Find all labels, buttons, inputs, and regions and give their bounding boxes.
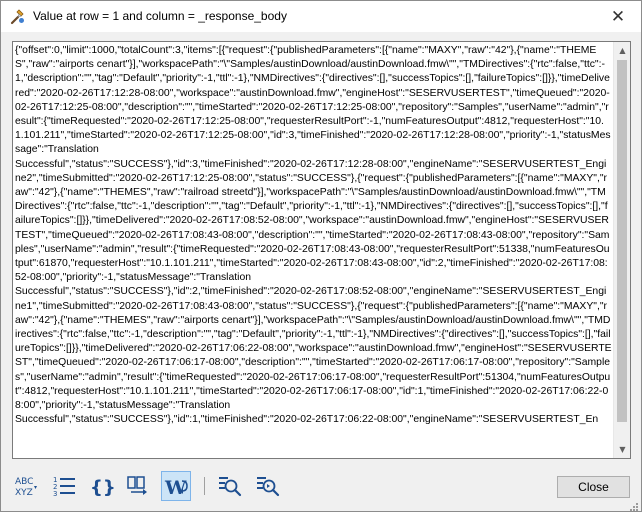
word-wrap-abc-icon[interactable]: ABC XYZ xyxy=(11,471,41,501)
svg-text:ABC: ABC xyxy=(15,477,33,487)
resize-grip-icon[interactable] xyxy=(629,499,639,511)
value-text[interactable]: {"offset":0,"limit":1000,"totalCount":3,… xyxy=(15,44,612,456)
vertical-scrollbar[interactable]: ▲ ▼ xyxy=(613,42,630,458)
find-next-icon[interactable] xyxy=(253,471,283,501)
scrollbar-thumb[interactable] xyxy=(617,60,627,422)
move-to-next-icon[interactable] xyxy=(123,471,153,501)
scroll-down-arrow-icon[interactable]: ▼ xyxy=(614,441,630,458)
svg-text:{}: {} xyxy=(90,477,115,498)
close-button[interactable]: Close xyxy=(557,476,630,498)
wrap-text-w-icon[interactable]: W xyxy=(161,471,191,501)
find-icon[interactable] xyxy=(215,471,245,501)
numbered-list-icon[interactable]: 1 2 3 xyxy=(49,471,79,501)
toolbar-separator xyxy=(204,477,205,495)
svg-text:XYZ: XYZ xyxy=(15,488,33,498)
window-title: Value at row = 1 and column = _response_… xyxy=(33,9,287,23)
value-viewer-dialog: Value at row = 1 and column = _response_… xyxy=(0,0,642,512)
app-icon xyxy=(9,8,27,26)
value-text-area[interactable]: {"offset":0,"limit":1000,"totalCount":3,… xyxy=(12,41,631,459)
scroll-up-arrow-icon[interactable]: ▲ xyxy=(614,42,630,59)
window-close-button[interactable]: ✕ xyxy=(595,1,641,32)
json-braces-icon[interactable]: {} xyxy=(87,471,117,501)
svg-text:3: 3 xyxy=(53,490,57,498)
svg-text:W: W xyxy=(164,477,187,499)
title-bar: Value at row = 1 and column = _response_… xyxy=(1,1,641,32)
viewer-toolbar: ABC XYZ 1 2 3 {} W xyxy=(11,471,331,503)
